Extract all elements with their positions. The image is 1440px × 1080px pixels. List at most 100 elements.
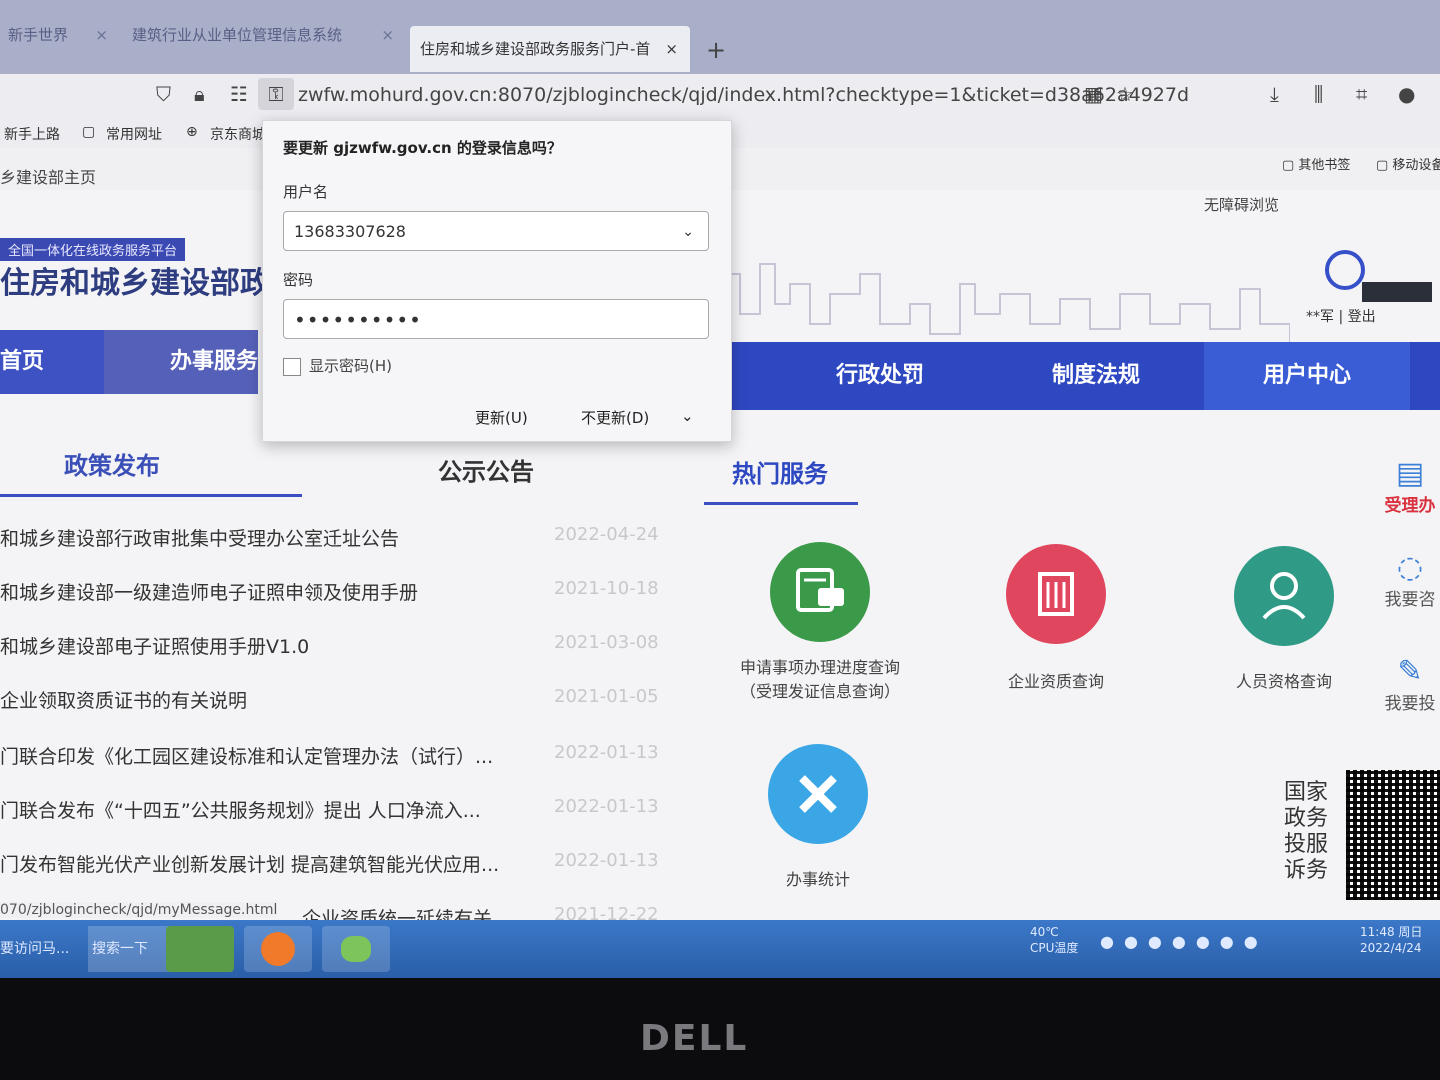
news-title[interactable]: 企业领取资质证书的有关说明 [0, 686, 247, 713]
news-title[interactable]: 和城乡建设部行政审批集中受理办公室迁址公告 [0, 524, 399, 551]
password-field[interactable]: •••••••••• [283, 299, 709, 339]
bookmark-folder[interactable]: ▢ 移动设备 [1376, 154, 1440, 173]
news-item[interactable]: 门联合发布《“十四五”公共服务规划》提出 人口净流入... 2022-01-13 [0, 796, 660, 850]
new-tab-button[interactable]: + [706, 36, 726, 64]
skyline-decoration [730, 263, 1290, 344]
news-title[interactable]: 门联合发布《“十四五”公共服务规划》提出 人口净流入... [0, 796, 481, 823]
tab-underline [0, 494, 302, 497]
bookmark-item[interactable]: 新手上路 [4, 124, 60, 144]
news-item[interactable]: 门发布智能光伏产业创新发展计划 提高建筑智能光伏应用... 2022-01-13 [0, 850, 660, 904]
service-label-line: （受理发证信息查询） [739, 682, 900, 701]
news-date: 2021-01-05 [554, 686, 659, 707]
news-item[interactable]: 和城乡建设部行政审批集中受理办公室迁址公告 2022-04-24 [0, 524, 660, 578]
firefox-icon[interactable] [244, 926, 312, 972]
nav-penalty[interactable]: 行政处罚 [790, 342, 970, 410]
news-item[interactable]: 门联合印发《化工园区建设标准和认定管理办法（试行）... 2022-01-13 [0, 742, 660, 796]
news-date: 2022-01-13 [554, 796, 659, 817]
status-url: 070/zjblogincheck/qjd/myMessage.html [0, 902, 278, 918]
sidebar-complain[interactable]: ✎ 我要投 [1380, 654, 1440, 714]
star-icon[interactable]: ☆ [1116, 82, 1134, 106]
sidebar-label: 受理办 [1384, 496, 1436, 516]
show-password-label: 显示密码(H) [309, 357, 392, 375]
tab-2[interactable]: 建筑行业从业单位管理信息系统 × [132, 16, 394, 54]
chevron-down-icon[interactable]: ⌄ [681, 407, 694, 425]
taskbar-search[interactable]: 搜索一下 [88, 926, 168, 972]
news-title[interactable]: 门联合印发《化工园区建设标准和认定管理办法（试行）... [0, 742, 493, 769]
tab-policy[interactable]: 政策发布 [64, 446, 160, 481]
globe-icon: ⊕ [186, 124, 198, 140]
tab-label: 住房和城乡建设部政务服务门户-首 [420, 40, 651, 58]
url-text[interactable]: zwfw.mohurd.gov.cn:8070/zjblogincheck/qj… [298, 84, 1189, 106]
nav-user-center[interactable]: 用户中心 [1204, 342, 1410, 410]
address-bar: ⛉ 🔒︎ ☷ ⚿ zwfw.mohurd.gov.cn:8070/zjblogi… [0, 74, 1440, 120]
news-item[interactable]: 和城乡建设部电子证照使用手册V1.0 2021-03-08 [0, 632, 660, 686]
close-icon[interactable]: × [665, 26, 678, 72]
wechat-icon[interactable] [322, 926, 390, 972]
floating-toolbar[interactable] [1362, 282, 1432, 302]
edit-icon: ✎ [1397, 654, 1423, 689]
cpu-label: CPU温度 [1030, 941, 1079, 955]
app-icon[interactable] [166, 926, 234, 972]
crop-icon[interactable]: ⌗ [1356, 82, 1367, 106]
news-item[interactable]: 企业领取资质证书的有关说明 2021-01-05 [0, 686, 660, 740]
service-statistics[interactable]: 办事统计 [718, 744, 918, 892]
service-progress-query[interactable]: 申请事项办理进度查询 （受理发证信息查询） [720, 542, 920, 704]
tab-1[interactable]: 新手世界 × [8, 16, 108, 54]
qr-icon[interactable]: ▦ [1084, 82, 1103, 106]
settings-sliders-icon[interactable]: ☷ [230, 82, 248, 106]
username-label: 用户名 [283, 183, 329, 201]
library-icon[interactable]: ⫼ [1314, 82, 1323, 106]
sidebar-label: 我要咨 [1384, 590, 1436, 610]
tray-icons[interactable]: ●●●●●●● [1100, 934, 1268, 950]
service-person-query[interactable]: 人员资格查询 [1184, 546, 1384, 694]
qr-code [1346, 770, 1440, 900]
service-label: 办事统计 [785, 870, 850, 889]
complaint-service-label[interactable]: 国家政务投服诉务 [1284, 780, 1340, 884]
sidebar-accept[interactable]: ▤ 受理办 [1380, 456, 1440, 516]
close-icon[interactable]: × [381, 16, 394, 54]
shield-icon[interactable]: ⛉ [156, 82, 171, 106]
clock: 11:48 周日 2022/4/24 [1360, 924, 1422, 956]
breadcrumb[interactable]: 乡建设部主页 [0, 164, 96, 188]
bookmark-item[interactable]: 京东商城 [210, 124, 266, 144]
chevron-down-icon[interactable]: ⌄ [682, 212, 694, 252]
tab-3-active[interactable]: 住房和城乡建设部政务服务门户-首 × [410, 26, 690, 72]
lock-icon[interactable]: 🔒︎ [194, 82, 205, 106]
cpu-temp: 40℃ CPU温度 [1030, 924, 1078, 956]
checkbox-box[interactable] [283, 357, 301, 376]
news-title[interactable]: 门发布智能光伏产业创新发展计划 提高建筑智能光伏应用... [0, 850, 499, 877]
tools-icon [768, 744, 868, 844]
sidebar-consult[interactable]: ◌ 我要咨 [1380, 550, 1440, 610]
service-company-query[interactable]: 企业资质查询 [956, 544, 1156, 694]
accessibility-link[interactable]: 无障碍浏览 [1204, 194, 1279, 215]
building-icon [1006, 544, 1106, 644]
nav-office-service[interactable]: 办事服务 [106, 330, 258, 394]
nav-regulations[interactable]: 制度法规 [1006, 342, 1186, 410]
user-avatar-icon[interactable] [1325, 250, 1365, 290]
tab-underline [704, 502, 858, 505]
tab-hot-services[interactable]: 热门服务 [732, 454, 828, 489]
download-icon[interactable]: ⤓ [1270, 82, 1279, 106]
sidebar-label: 我要投 [1384, 694, 1436, 714]
close-icon[interactable]: × [95, 16, 108, 54]
bookmark-item[interactable]: 常用网址 [106, 124, 162, 144]
taskbar-text[interactable]: 要访问马... [0, 926, 84, 972]
news-title[interactable]: 和城乡建设部电子证照使用手册V1.0 [0, 632, 309, 659]
show-password-checkbox[interactable]: 显示密码(H) [283, 355, 392, 376]
screen: 新手世界 × 建筑行业从业单位管理信息系统 × 住房和城乡建设部政务服务门户-首… [0, 0, 1440, 978]
user-area: **军 | 登出 [1306, 309, 1376, 325]
news-title[interactable]: 和城乡建设部一级建造师电子证照申领及使用手册 [0, 578, 418, 605]
main-nav-right: 行政处罚 制度法规 用户中心 [730, 342, 1440, 410]
chat-icon[interactable]: ● [1398, 82, 1415, 106]
logout-link[interactable]: 登出 [1348, 309, 1376, 325]
update-button[interactable]: 更新(U) [475, 407, 528, 428]
username-field[interactable]: 13683307628 ⌄ [283, 211, 709, 251]
no-update-button[interactable]: 不更新(D) [581, 407, 649, 428]
nav-home[interactable]: 首页 [0, 330, 104, 394]
folder-icon: ▢ [82, 124, 96, 140]
news-item[interactable]: 和城乡建设部一级建造师电子证照申领及使用手册 2021-10-18 [0, 578, 660, 632]
tab-notice[interactable]: 公示公告 [438, 452, 534, 487]
bookmark-folder[interactable]: ▢ 其他书签 [1282, 154, 1350, 173]
user-name: **军 [1306, 309, 1334, 325]
key-icon[interactable]: ⚿ [258, 78, 294, 110]
